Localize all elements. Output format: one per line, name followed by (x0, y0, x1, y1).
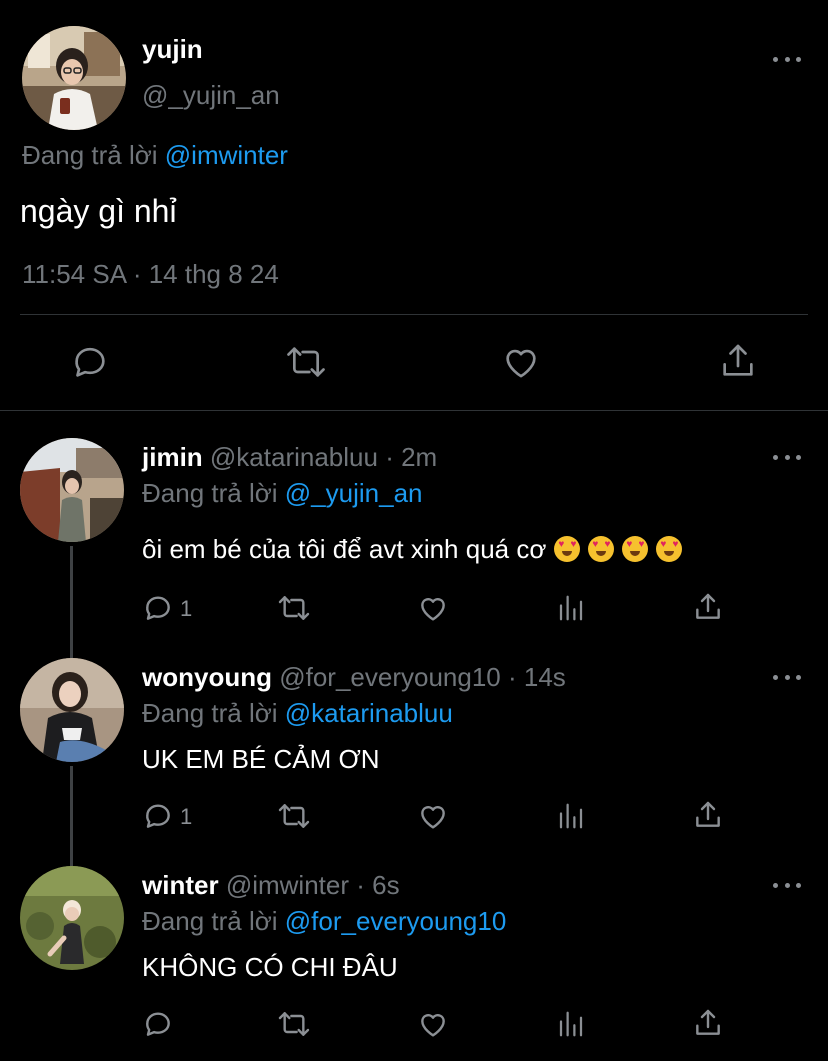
retweet-icon[interactable] (284, 342, 328, 382)
author-name[interactable]: yujin (142, 34, 203, 65)
author-handle[interactable]: @_yujin_an (142, 80, 280, 111)
replying-to: Đang trả lời @katarinabluu (142, 698, 453, 729)
analytics-icon[interactable] (556, 800, 586, 832)
more-options-icon[interactable] (773, 54, 801, 64)
reply-text: UK EM BÉ CẢM ƠN (142, 744, 380, 774)
replying-prefix: Đang trả lời (142, 906, 285, 936)
reply-actions: 1 (0, 592, 828, 626)
replying-prefix: Đang trả lời (22, 140, 165, 170)
reply-icon[interactable] (142, 592, 174, 624)
reply-text: ôi em bé của tôi để avt xinh quá cơ (142, 534, 547, 564)
replying-to-link[interactable]: @katarinabluu (285, 698, 453, 728)
reply-tweet: winter @imwinter · 6s Đang trả lời @for_… (0, 858, 828, 1058)
heart-eyes-emoji (656, 536, 683, 562)
avatar-wonyoung[interactable] (20, 658, 124, 762)
reply-text: KHÔNG CÓ CHI ĐÂU (142, 952, 398, 982)
reply-icon[interactable] (142, 1008, 174, 1040)
avatar-jimin[interactable] (20, 438, 124, 542)
reply-tweet: jimin @katarinabluu · 2m Đang trả lời @_… (0, 430, 828, 650)
replying-to: Đang trả lời @for_everyoung10 (142, 906, 506, 937)
tweet-text: ngày gì nhỉ (20, 193, 177, 229)
reply-time[interactable]: · 2m (385, 442, 437, 472)
share-icon[interactable] (692, 1006, 724, 1040)
replying-to-link[interactable]: @imwinter (165, 140, 288, 170)
avatar-yujin[interactable] (22, 26, 126, 130)
analytics-icon[interactable] (556, 1008, 586, 1040)
replying-prefix: Đang trả lời (142, 478, 285, 508)
replying-to: Đang trả lời @_yujin_an (142, 478, 423, 509)
heart-eyes-emoji (588, 536, 615, 562)
author-handle[interactable]: @for_everyoung10 (279, 662, 501, 692)
replying-to: Đang trả lời @imwinter (22, 140, 288, 171)
reply-time[interactable]: · 14s (508, 662, 566, 692)
author-handle[interactable]: @imwinter (226, 870, 349, 900)
reply-time[interactable]: · 6s (356, 870, 399, 900)
author-name[interactable]: wonyoung (142, 662, 272, 692)
main-tweet: yujin @_yujin_an Đang trả lời @imwinter … (0, 0, 828, 410)
reply-actions: 1 (0, 800, 828, 834)
reply-header: jimin @katarinabluu · 2m (142, 442, 437, 473)
reply-header: winter @imwinter · 6s (142, 870, 400, 901)
more-options-icon[interactable] (773, 672, 801, 682)
replying-prefix: Đang trả lời (142, 698, 285, 728)
replying-to-link[interactable]: @for_everyoung10 (285, 906, 507, 936)
like-icon[interactable] (416, 800, 450, 832)
heart-eyes-emoji (554, 536, 581, 562)
like-icon[interactable] (500, 342, 542, 382)
share-icon[interactable] (692, 590, 724, 624)
share-icon[interactable] (718, 340, 758, 382)
reply-actions (0, 1008, 828, 1042)
reply-tweet: wonyoung @for_everyoung10 · 14s Đang trả… (0, 650, 828, 860)
author-name[interactable]: winter (142, 870, 219, 900)
reply-icon[interactable] (142, 800, 174, 832)
heart-eyes-emoji (622, 536, 649, 562)
tweet-timestamp[interactable]: 11:54 SA · 14 thg 8 24 (22, 259, 279, 290)
avatar-winter[interactable] (20, 866, 124, 970)
more-options-icon[interactable] (773, 452, 801, 462)
section-divider (0, 410, 828, 411)
reply-icon[interactable] (70, 342, 110, 382)
retweet-icon[interactable] (276, 800, 312, 832)
replying-to-link[interactable]: @_yujin_an (285, 478, 423, 508)
like-icon[interactable] (416, 1008, 450, 1040)
reply-header: wonyoung @for_everyoung10 · 14s (142, 662, 566, 693)
analytics-icon[interactable] (556, 592, 586, 624)
retweet-icon[interactable] (276, 1008, 312, 1040)
author-handle[interactable]: @katarinabluu (210, 442, 378, 472)
divider (20, 314, 808, 315)
tweet-actions (0, 340, 828, 384)
reply-text-line: ôi em bé của tôi để avt xinh quá cơ (142, 534, 683, 565)
share-icon[interactable] (692, 798, 724, 832)
author-name[interactable]: jimin (142, 442, 203, 472)
like-icon[interactable] (416, 592, 450, 624)
reply-count: 1 (180, 804, 193, 829)
more-options-icon[interactable] (773, 880, 801, 890)
reply-count: 1 (180, 596, 193, 621)
retweet-icon[interactable] (276, 592, 312, 624)
